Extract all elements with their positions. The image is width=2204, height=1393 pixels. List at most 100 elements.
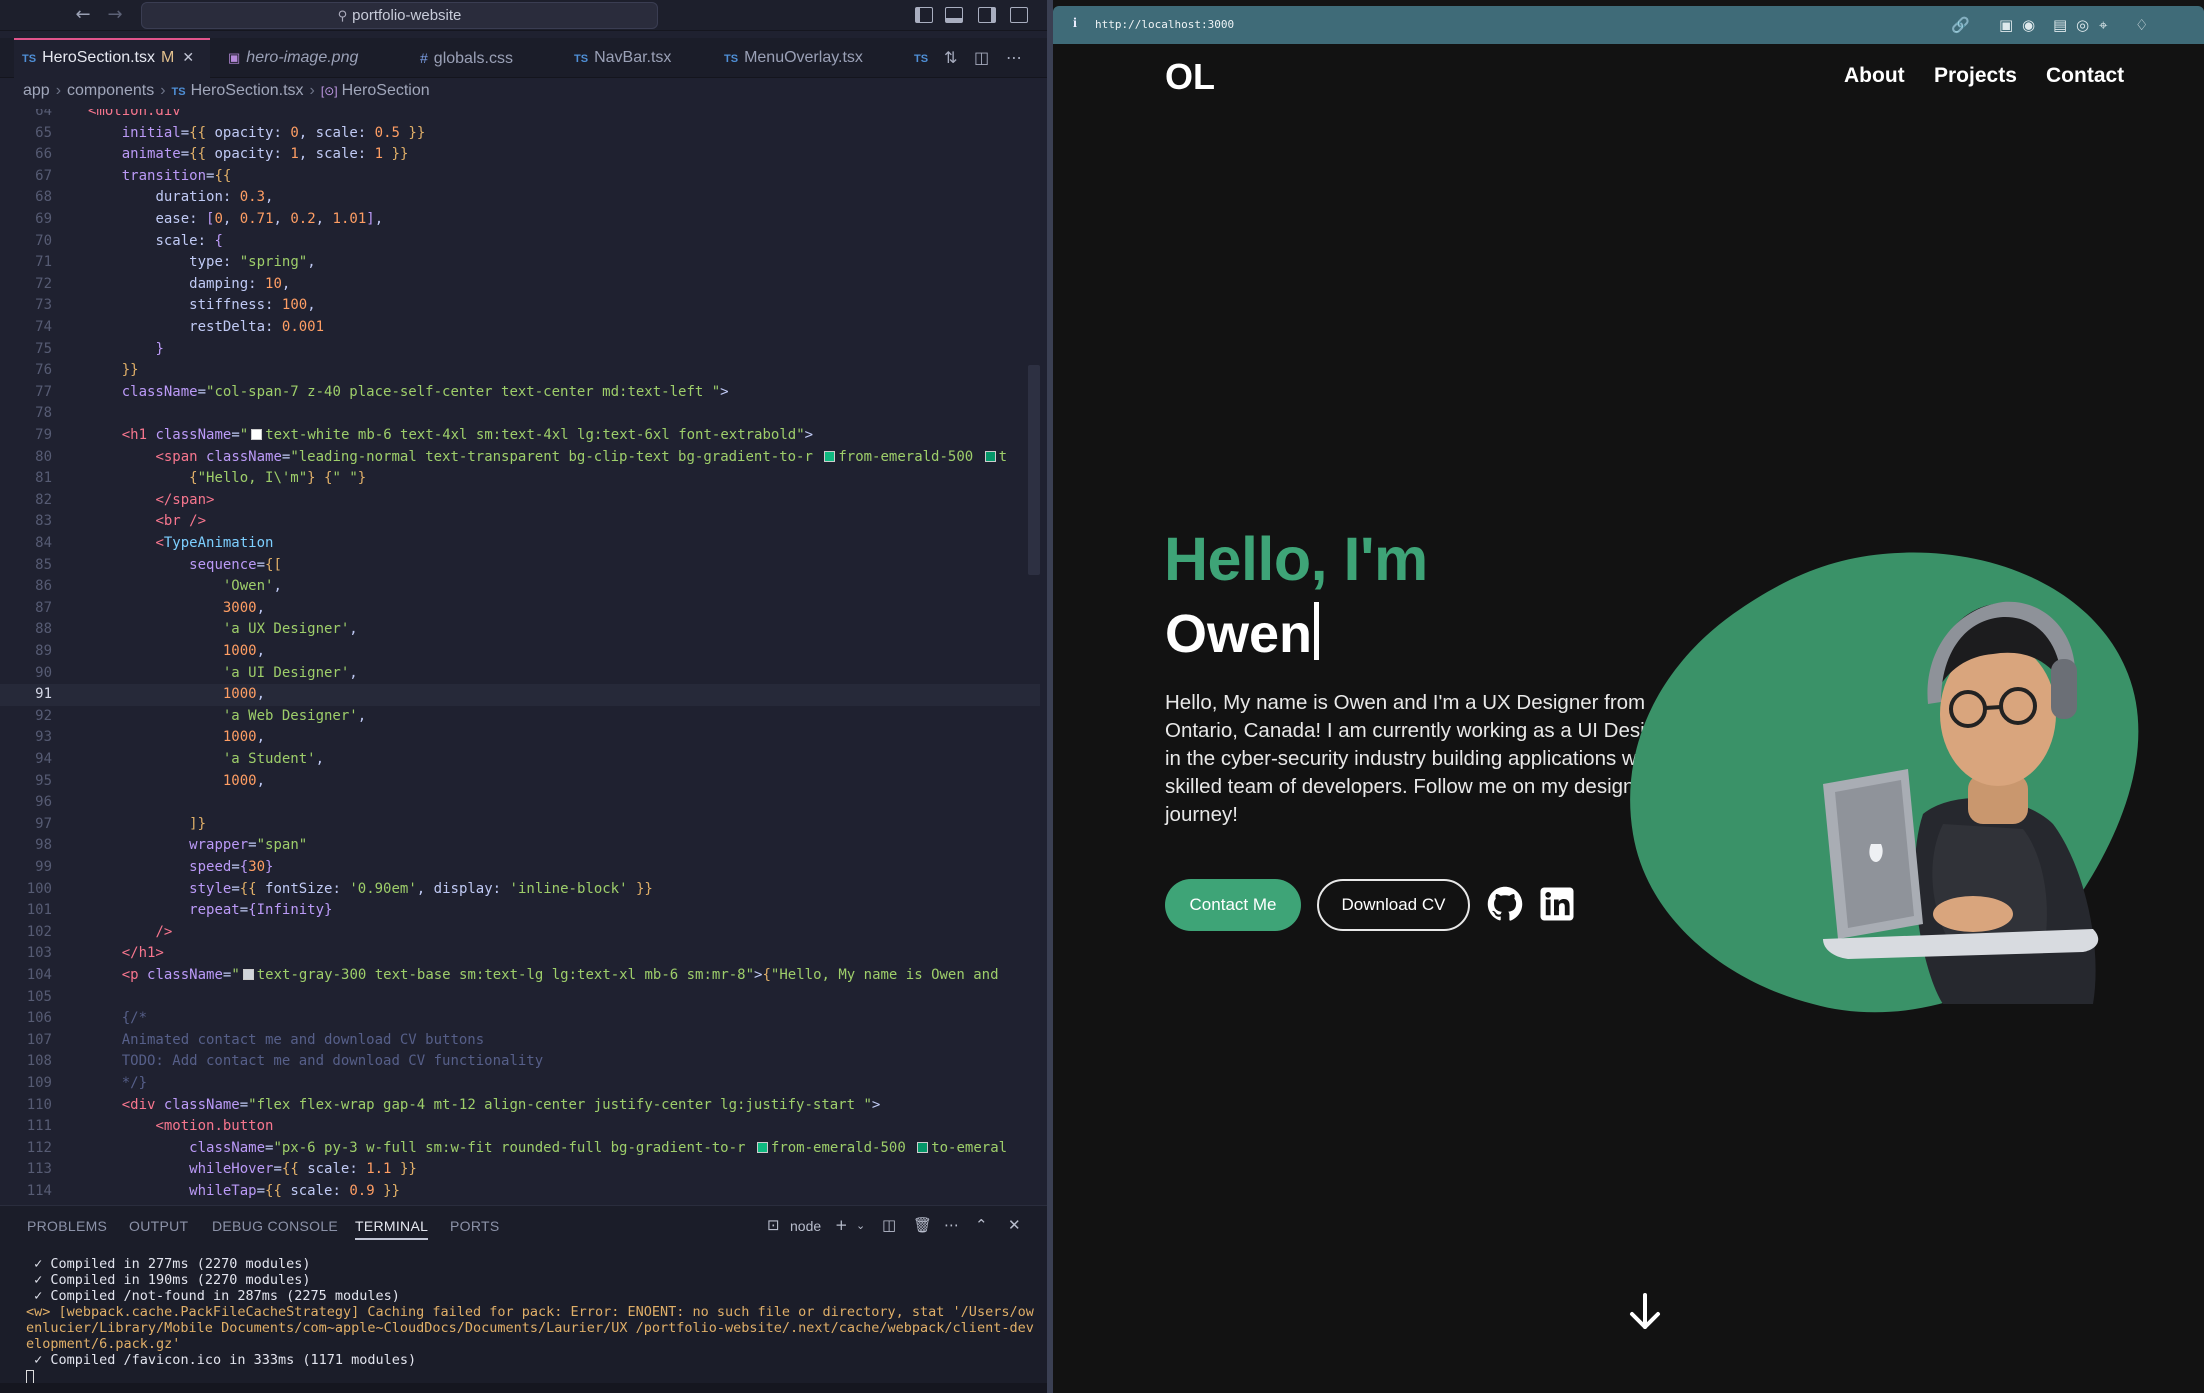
info-icon[interactable]: i [1073, 16, 1077, 32]
toggle-sidebar-icon[interactable] [915, 7, 933, 23]
target-icon[interactable]: ⌖ [2099, 16, 2107, 34]
code-line[interactable]: 76 }} [0, 360, 1040, 382]
close-tab-icon[interactable]: ✕ [182, 50, 194, 66]
tab-globals-css[interactable]: # globals.css [412, 38, 521, 78]
code-line[interactable]: 105 [0, 987, 1040, 1009]
code-text[interactable]: 'a UI Designer', [88, 663, 358, 685]
line-number[interactable]: 82 [0, 490, 52, 512]
code-text[interactable]: </span> [88, 490, 214, 512]
code-line[interactable]: 68 duration: 0.3, [0, 187, 1040, 209]
code-line[interactable]: 104 <p className=" text-gray-300 text-bas… [0, 965, 1040, 987]
line-number[interactable]: 104 [0, 965, 52, 987]
code-text[interactable]: <motion.div [88, 109, 181, 123]
code-line[interactable]: 113 whileHover={{ scale: 1.1 }} [0, 1159, 1040, 1181]
toggle-panel-icon[interactable] [945, 7, 963, 23]
code-text[interactable]: 'Owen', [88, 576, 282, 598]
code-text[interactable]: ease: [0, 0.71, 0.2, 1.01], [88, 209, 383, 231]
line-number[interactable]: 89 [0, 641, 52, 663]
tab-terminal[interactable]: TERMINAL [355, 1218, 429, 1240]
code-text[interactable]: /> [88, 922, 172, 944]
code-text[interactable]: transition={{ [88, 166, 232, 188]
line-number[interactable]: 110 [0, 1095, 52, 1117]
tab-herosection[interactable]: TS HeroSection.tsx M ✕ [14, 38, 210, 78]
line-number[interactable]: 108 [0, 1051, 52, 1073]
code-line[interactable]: 74 restDelta: 0.001 [0, 317, 1040, 339]
code-text[interactable]: }} [88, 360, 139, 382]
nav-contact[interactable]: Contact [2046, 64, 2124, 88]
code-line[interactable]: 109 */} [0, 1073, 1040, 1095]
terminal-output[interactable]: ✓ Compiled in 277ms (2270 modules) ✓ Com… [26, 1256, 1036, 1385]
line-number[interactable]: 99 [0, 857, 52, 879]
code-line[interactable]: 65 initial={{ opacity: 0, scale: 0.5 }} [0, 123, 1040, 145]
line-number[interactable]: 112 [0, 1138, 52, 1160]
code-text[interactable]: <h1 className=" text-white mb-6 text-4xl … [88, 425, 813, 447]
download-cv-button[interactable]: Download CV [1317, 879, 1470, 931]
code-text[interactable]: stiffness: 100, [88, 295, 315, 317]
line-number[interactable]: 80 [0, 447, 52, 469]
line-number[interactable]: 75 [0, 339, 52, 361]
code-text[interactable]: 1000, [88, 684, 265, 706]
camera-icon[interactable]: ◉ [2022, 16, 2035, 34]
nav-projects[interactable]: Projects [1934, 64, 2017, 88]
code-text[interactable]: */} [88, 1073, 147, 1095]
code-line[interactable]: 84 <TypeAnimation [0, 533, 1040, 555]
breadcrumb-item[interactable]: HeroSection.tsx [191, 82, 304, 99]
more-actions-icon[interactable]: ⋯ [1006, 48, 1022, 67]
line-number[interactable]: 90 [0, 663, 52, 685]
line-number[interactable]: 74 [0, 317, 52, 339]
github-icon[interactable] [1487, 886, 1523, 922]
globe-icon[interactable]: ◎ [2076, 16, 2089, 34]
code-text[interactable]: <br /> [88, 511, 206, 533]
line-number[interactable]: 106 [0, 1008, 52, 1030]
site-logo[interactable]: OL [1165, 56, 1215, 98]
code-text[interactable]: damping: 10, [88, 274, 290, 296]
line-number[interactable]: 72 [0, 274, 52, 296]
line-number[interactable]: 85 [0, 555, 52, 577]
code-text[interactable]: 'a Student', [88, 749, 324, 771]
code-line[interactable]: 94 'a Student', [0, 749, 1040, 771]
code-line[interactable]: 91 1000, [0, 684, 1040, 706]
code-text[interactable]: style={{ fontSize: '0.90em', display: 'i… [88, 879, 653, 901]
chevron-down-icon[interactable]: ⌄ [856, 1219, 865, 1232]
line-number[interactable]: 92 [0, 706, 52, 728]
code-line[interactable]: 72 damping: 10, [0, 274, 1040, 296]
code-line[interactable]: 89 1000, [0, 641, 1040, 663]
code-line[interactable]: 78 [0, 403, 1040, 425]
code-text[interactable]: sequence={[ [88, 555, 282, 577]
line-number[interactable]: 65 [0, 123, 52, 145]
split-editor-icon[interactable]: ◫ [974, 48, 989, 67]
line-number[interactable]: 76 [0, 360, 52, 382]
scroll-down-arrow-icon[interactable] [1628, 1292, 1662, 1332]
code-line[interactable]: 98 wrapper="span" [0, 835, 1040, 857]
line-number[interactable]: 93 [0, 727, 52, 749]
breadcrumb-item[interactable]: app [23, 82, 50, 99]
code-area[interactable]: 64 <motion.div 65 initial={{ opacity: 0, s… [0, 109, 1040, 1205]
line-number[interactable]: 97 [0, 814, 52, 836]
line-number[interactable]: 81 [0, 468, 52, 490]
code-line[interactable]: 106 {/* [0, 1008, 1040, 1030]
code-text[interactable]: 1000, [88, 771, 265, 793]
editor-scrollbar[interactable] [1028, 365, 1040, 575]
line-number[interactable]: 67 [0, 166, 52, 188]
code-line[interactable]: 83 <br /> [0, 511, 1040, 533]
close-panel-icon[interactable]: ✕ [1008, 1216, 1021, 1234]
code-text[interactable]: } [88, 339, 163, 361]
code-line[interactable]: 100 style={{ fontSize: '0.90em', display… [0, 879, 1040, 901]
line-number[interactable]: 78 [0, 403, 52, 425]
code-text[interactable]: <motion.button [88, 1116, 273, 1138]
line-number[interactable]: 113 [0, 1159, 52, 1181]
code-line[interactable]: 96 [0, 792, 1040, 814]
tab-hero-image[interactable]: ▣ hero-image.png [220, 38, 366, 78]
code-line[interactable]: 66 animate={{ opacity: 1, scale: 1 }} [0, 144, 1040, 166]
code-line[interactable]: 86 'Owen', [0, 576, 1040, 598]
maximize-panel-icon[interactable]: ⌃ [975, 1216, 988, 1234]
code-line[interactable]: 99 speed={30} [0, 857, 1040, 879]
code-text[interactable]: <p className=" text-gray-300 text-base sm… [88, 965, 999, 987]
tab-overflow[interactable]: TS [906, 38, 942, 78]
code-text[interactable]: duration: 0.3, [88, 187, 273, 209]
extensions-icon[interactable]: ♢ [2135, 16, 2148, 34]
code-line[interactable]: 77 className="col-span-7 z-40 place-self… [0, 382, 1040, 404]
code-text[interactable]: TODO: Add contact me and download CV fun… [88, 1051, 543, 1073]
line-number[interactable]: 70 [0, 231, 52, 253]
code-text[interactable]: scale: { [88, 231, 222, 253]
